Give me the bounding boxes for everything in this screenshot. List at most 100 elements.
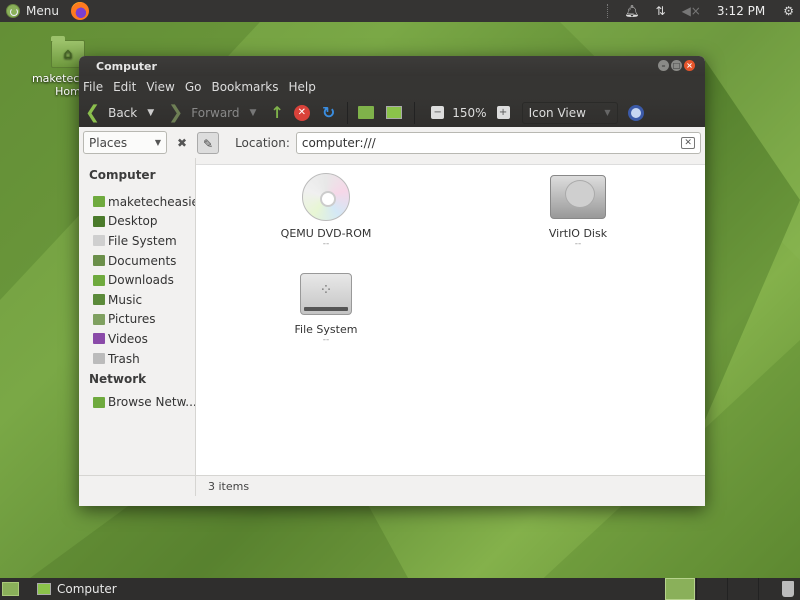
zoom-level: 150% <box>452 105 487 120</box>
close-button[interactable]: × <box>684 60 695 71</box>
location-input[interactable]: computer:/// ✕ <box>295 131 701 154</box>
menu-go[interactable]: Go <box>185 80 202 94</box>
workspace-3[interactable] <box>727 578 757 600</box>
show-desktop-button[interactable] <box>2 582 19 596</box>
network-icon[interactable]: ⇅ <box>656 4 666 18</box>
back-button[interactable]: ❮ Back <box>85 102 137 123</box>
computer-icon <box>37 583 51 595</box>
reload-icon[interactable]: ↻ <box>322 103 335 122</box>
item-sub: -- <box>322 335 330 345</box>
minimize-button[interactable]: – <box>658 60 669 71</box>
dvd-icon <box>302 173 350 221</box>
up-arrow-icon[interactable]: ↑ <box>270 103 283 122</box>
title-bar[interactable]: Computer – □ × <box>79 56 705 76</box>
sidebar-item-label: Music <box>108 292 143 307</box>
drive-icon <box>93 235 105 247</box>
sidebar-item[interactable]: maketecheasier <box>79 192 195 212</box>
stop-icon[interactable]: ✕ <box>293 104 310 121</box>
sidebar-item-label: Pictures <box>108 312 156 327</box>
menu-view[interactable]: View <box>146 80 174 94</box>
forward-history-dropdown[interactable]: ▼ <box>250 108 257 118</box>
pictures-folder-icon <box>93 313 105 325</box>
sidebar-item-label: Trash <box>108 351 140 366</box>
downloads-folder-icon <box>93 274 105 286</box>
search-icon[interactable] <box>627 104 644 121</box>
file-manager-window: Computer – □ × File Edit View Go Bookmar… <box>79 56 705 506</box>
notification-bell-icon[interactable]: 🔔︎ <box>624 4 639 18</box>
bottom-panel: Computer <box>0 578 800 600</box>
trash-icon[interactable] <box>782 581 794 597</box>
location-value: computer:/// <box>301 135 376 150</box>
toolbar: ❮ Back ▼ ❯ Forward ▼ ↑ ✕ ↻ − 150% + Icon… <box>79 98 705 127</box>
sidebar-item[interactable]: Documents <box>79 251 195 271</box>
close-sidebar-icon[interactable]: ✖ <box>177 136 187 150</box>
menu-file[interactable]: File <box>83 80 103 94</box>
sidebar-item-label: File System <box>108 233 177 248</box>
places-select-label: Places <box>89 135 128 150</box>
toggle-location-edit-button[interactable]: ✎ <box>197 131 220 154</box>
workspace-2[interactable] <box>696 578 726 600</box>
home-folder-icon <box>93 196 105 208</box>
view-mode-select[interactable]: Icon View ▼ <box>521 101 618 124</box>
home-button[interactable] <box>358 106 375 119</box>
sidebar-item[interactable]: Downloads <box>79 270 195 290</box>
sidebar-item-label: Desktop <box>108 214 158 229</box>
location-bar: Places ▼ ✖ ✎ Location: computer:/// ✕ <box>79 127 705 158</box>
sidebar-item-label: Videos <box>108 331 148 346</box>
forward-button[interactable]: ❯ Forward <box>168 102 239 123</box>
zoom-out-button[interactable]: − <box>431 106 445 119</box>
status-text: 3 items <box>208 480 250 493</box>
places-select[interactable]: Places ▼ <box>83 131 167 154</box>
trash-icon <box>93 353 105 365</box>
location-label: Location: <box>235 135 290 150</box>
menu-edit[interactable]: Edit <box>113 80 136 94</box>
back-history-dropdown[interactable]: ▼ <box>147 108 154 118</box>
icon-view[interactable]: QEMU DVD-ROM -- VirtIO Disk -- ⁘ File Sy… <box>196 164 705 475</box>
sidebar-section-header: Computer <box>89 168 156 182</box>
zoom-in-button[interactable]: + <box>496 106 510 119</box>
workspace-4[interactable] <box>758 578 772 600</box>
item-sub: -- <box>574 239 582 249</box>
sidebar-item[interactable]: Videos <box>79 329 195 349</box>
forward-arrow-icon: ❯ <box>168 102 184 123</box>
videos-folder-icon <box>93 333 105 345</box>
panel-separator <box>607 4 610 18</box>
item-file-system[interactable]: ⁘ File System -- <box>266 273 386 345</box>
sidebar-section-header: Network <box>89 372 147 387</box>
file-system-drive-icon: ⁘ <box>300 273 352 315</box>
desktop-folder-icon <box>93 215 105 227</box>
sidebar-item[interactable]: Music <box>79 290 195 310</box>
sidebar-item[interactable]: Trash <box>79 349 195 369</box>
menu-button[interactable]: Menu <box>6 4 59 18</box>
clock[interactable]: 3:12 PM <box>717 4 765 18</box>
toolbar-separator <box>347 101 349 124</box>
menu-label: Menu <box>26 4 59 18</box>
sidebar-item-label: Documents <box>108 253 177 268</box>
settings-gear-icon[interactable]: ⚙ <box>783 4 794 18</box>
clear-location-icon[interactable]: ✕ <box>681 136 695 149</box>
item-dvd-rom[interactable]: QEMU DVD-ROM -- <box>266 173 386 249</box>
firefox-icon[interactable] <box>70 2 89 20</box>
maximize-button[interactable]: □ <box>671 60 682 71</box>
sidebar-item[interactable]: Pictures <box>79 310 195 330</box>
sidebar-item[interactable]: File System <box>79 231 195 251</box>
sidebar-item[interactable]: Desktop <box>79 212 195 232</box>
sidebar: Computer maketecheasier Desktop File System… <box>79 158 196 475</box>
menu-bookmarks[interactable]: Bookmarks <box>211 80 278 94</box>
back-arrow-icon: ❮ <box>85 102 101 123</box>
network-folder-icon <box>93 396 105 408</box>
sidebar-item-label: Downloads <box>108 273 174 288</box>
menu-bar: File Edit View Go Bookmarks Help <box>79 76 705 98</box>
view-mode-label: Icon View <box>528 105 586 120</box>
menu-help[interactable]: Help <box>289 80 316 94</box>
computer-button[interactable] <box>386 106 403 119</box>
chevron-down-icon: ▼ <box>154 138 161 147</box>
hard-disk-icon <box>550 175 606 219</box>
sidebar-item[interactable]: Browse Netw... <box>79 392 195 412</box>
taskbar-item-computer[interactable]: Computer <box>31 578 191 600</box>
workspace-1[interactable] <box>665 578 695 600</box>
volume-muted-icon[interactable]: ◀× <box>682 4 701 18</box>
item-virtio-disk[interactable]: VirtIO Disk -- <box>518 175 638 249</box>
top-panel: Menu 🔔︎ ⇅ ◀× 3:12 PM ⚙ <box>0 0 800 22</box>
sidebar-item-label: maketecheasier <box>108 194 195 209</box>
